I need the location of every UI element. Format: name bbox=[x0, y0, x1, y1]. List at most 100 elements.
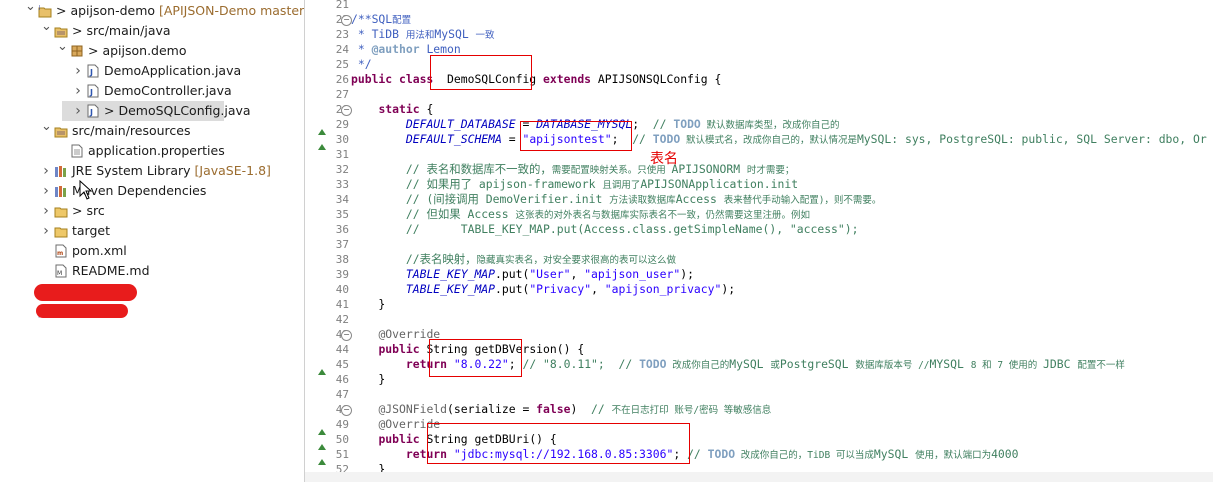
code-line[interactable]: // 但如果 Access 这张表的对外表名与数据库实际表名不一致，仍然需要这里… bbox=[351, 207, 810, 222]
chevron-right-icon[interactable]: › bbox=[41, 161, 51, 181]
line-number: 41 bbox=[335, 298, 349, 311]
code-line[interactable]: // 表名和数据库不一致的，需要配置映射关系。只使用 APIJSONORM 时才… bbox=[351, 162, 795, 177]
code-token: MySQL bbox=[434, 27, 476, 41]
code-line[interactable]: // TABLE_KEY_MAP.put(Access.class.getSim… bbox=[351, 222, 859, 237]
code-line[interactable]: TABLE_KEY_MAP.put("Privacy", "apijson_pr… bbox=[351, 282, 735, 297]
tree-item[interactable]: › J > DemoSQLConfig.java bbox=[62, 101, 251, 121]
code-token: 表来替代手动输入配置)，则不需要。 bbox=[723, 195, 882, 206]
code-token: ); bbox=[680, 267, 694, 281]
code-line[interactable]: static { bbox=[351, 102, 433, 117]
code-token: TABLE_KEY_MAP bbox=[405, 267, 496, 281]
line-number-gutter: 2122232425262728293031323334353637383940… bbox=[315, 0, 352, 482]
tree-item[interactable]: M README.md bbox=[0, 261, 300, 281]
line-number: 35 bbox=[335, 208, 349, 221]
code-token: 改成你自己的，TiDB 可以当成 bbox=[735, 450, 874, 461]
svg-text:J: J bbox=[38, 5, 40, 11]
code-token: 或 bbox=[770, 360, 780, 371]
code-line[interactable]: * TiDB 用法和MySQL 一致 bbox=[351, 27, 495, 42]
marker-icon[interactable] bbox=[318, 136, 326, 150]
code-token: MySQL bbox=[729, 357, 771, 371]
chevron-right-icon[interactable]: › bbox=[73, 101, 83, 121]
code-line[interactable]: // 如果用了 apijson-framework 且调用了APIJSONApp… bbox=[351, 177, 798, 192]
java-icon: J bbox=[86, 64, 100, 78]
code-token: 一致 bbox=[475, 30, 495, 41]
tree-item-decoration: [JavaSE-1.8] bbox=[190, 163, 271, 178]
tree-item[interactable]: ⌄ > apijson.demo bbox=[0, 39, 300, 61]
java-icon: J bbox=[86, 84, 100, 98]
code-token: TABLE_KEY_MAP bbox=[405, 282, 496, 296]
code-line[interactable]: // (间接调用 DemoVerifier.init 方法读取数据库Access… bbox=[351, 192, 882, 207]
code-token: , bbox=[591, 282, 605, 296]
chevron-right-icon[interactable]: › bbox=[41, 201, 51, 221]
horizontal-scrollbar[interactable] bbox=[305, 472, 1213, 482]
tree-item[interactable]: › > src bbox=[0, 201, 300, 221]
annotation-box-schema bbox=[520, 121, 632, 151]
code-token: ; bbox=[632, 117, 653, 131]
chevron-right-icon[interactable]: › bbox=[73, 81, 83, 101]
code-editor[interactable]: 2122232425262728293031323334353637383940… bbox=[305, 0, 1213, 482]
svg-text:J: J bbox=[89, 68, 93, 77]
tree-item-label: > apijson-demo [APIJSON-Demo master] bbox=[56, 1, 304, 21]
chevron-down-icon[interactable]: ⌄ bbox=[41, 117, 52, 137]
marker-icon[interactable] bbox=[318, 421, 326, 435]
code-line[interactable]: */ bbox=[351, 57, 372, 72]
marker-icon[interactable] bbox=[318, 436, 326, 450]
code-token: 配置不一样 bbox=[1077, 360, 1125, 371]
code-token: 方法读取数据库 bbox=[609, 195, 676, 206]
marker-icon[interactable] bbox=[318, 121, 326, 135]
marker-icon[interactable] bbox=[318, 451, 326, 465]
chevron-right-icon[interactable]: › bbox=[41, 221, 51, 241]
code-line[interactable]: } bbox=[351, 372, 385, 387]
tree-item[interactable]: › Maven Dependencies bbox=[0, 181, 300, 201]
code-token: TODO bbox=[707, 447, 736, 461]
code-line[interactable]: @Override bbox=[351, 327, 440, 342]
line-number: 21 bbox=[335, 0, 349, 11]
line-number: 40 bbox=[335, 283, 349, 296]
code-line[interactable]: public class DemoSQLConfig extends APIJS… bbox=[351, 72, 721, 87]
tree-item[interactable]: › J DemoApplication.java bbox=[0, 61, 300, 81]
code-token: } bbox=[351, 297, 386, 311]
line-number: 27 bbox=[335, 88, 349, 101]
srcfolder-icon bbox=[54, 124, 68, 138]
line-number: 32 bbox=[335, 163, 349, 176]
code-token: TODO bbox=[673, 117, 701, 131]
chevron-down-icon[interactable]: ⌄ bbox=[57, 37, 68, 57]
code-token: DEFAULT_DATABASE bbox=[405, 117, 516, 131]
code-token: 改成你自己的 bbox=[666, 360, 730, 371]
chevron-right-icon[interactable]: › bbox=[41, 181, 51, 201]
code-token: @author bbox=[371, 42, 420, 56]
tree-item[interactable]: › target bbox=[0, 221, 300, 241]
code-token: extends bbox=[543, 72, 592, 86]
folder-icon bbox=[54, 204, 68, 218]
chevron-down-icon[interactable]: ⌄ bbox=[25, 0, 36, 17]
tree-item[interactable]: › J DemoController.java bbox=[0, 81, 300, 101]
library-icon bbox=[54, 184, 68, 198]
code-token: * TiDB bbox=[351, 27, 406, 41]
code-line[interactable]: TABLE_KEY_MAP.put("User", "apijson_user"… bbox=[351, 267, 694, 282]
code-line[interactable]: @JSONField(serialize = false) // 不在日志打印 … bbox=[351, 402, 771, 417]
code-token: // 如果用了 apijson-framework bbox=[405, 177, 603, 191]
code-line[interactable]: DEFAULT_SCHEMA = "apijsontest"; // TODO … bbox=[351, 132, 1207, 147]
code-line[interactable]: } bbox=[351, 297, 385, 312]
code-line[interactable]: /**SQL配置 bbox=[351, 12, 411, 27]
code-token: 使用，默认端口为 bbox=[915, 450, 992, 461]
code-token: MySQL: sys, PostgreSQL: public, SQL Serv… bbox=[856, 132, 1207, 146]
code-token: Lemon bbox=[419, 42, 461, 56]
code-line[interactable]: //表名映射，隐藏真实表名，对安全要求很高的表可以这么做 bbox=[351, 252, 676, 267]
chevron-down-icon[interactable]: ⌄ bbox=[41, 17, 52, 37]
marker-icon[interactable] bbox=[318, 361, 326, 375]
tree-item[interactable]: m pom.xml bbox=[0, 241, 300, 261]
chevron-right-icon[interactable]: › bbox=[73, 61, 83, 81]
file-icon bbox=[70, 144, 84, 158]
tree-item-label: application.properties bbox=[88, 143, 225, 158]
mouse-cursor-icon bbox=[79, 180, 93, 200]
tree-item[interactable]: ⌄ > src/main/java bbox=[0, 19, 300, 41]
tree-item[interactable]: application.properties bbox=[0, 141, 300, 161]
tree-item[interactable]: ⌄ src/main/resources bbox=[0, 119, 300, 141]
tree-item[interactable]: › JRE System Library [JavaSE-1.8] bbox=[0, 161, 300, 181]
annotation-box-version bbox=[429, 339, 522, 377]
code-token: PostgreSQL bbox=[779, 357, 856, 371]
